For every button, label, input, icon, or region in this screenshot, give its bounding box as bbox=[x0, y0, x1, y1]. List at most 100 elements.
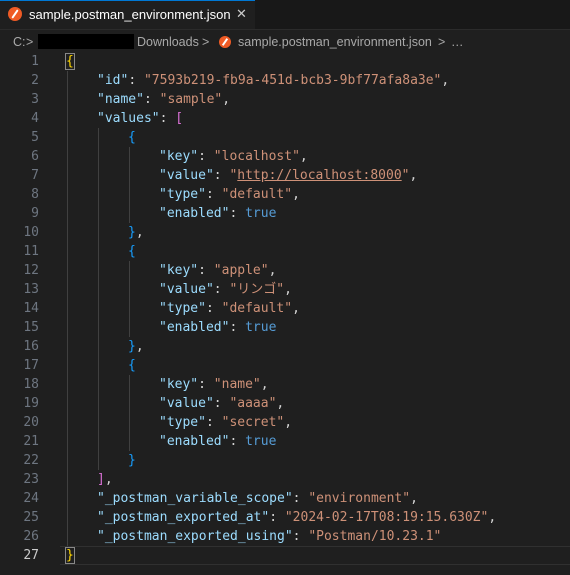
code-line[interactable]: 5{ bbox=[0, 128, 570, 147]
indent-guide bbox=[98, 280, 99, 299]
code-token: "value" bbox=[159, 396, 214, 411]
code-line[interactable]: 15 "enabled": true bbox=[0, 318, 570, 337]
code-token: , bbox=[292, 187, 300, 202]
code-line[interactable]: 7 "value": "http://localhost:8000", bbox=[0, 166, 570, 185]
code-line[interactable]: 24 "_postman_variable_scope": "environmen… bbox=[0, 489, 570, 508]
indent-guide bbox=[129, 166, 130, 185]
code-token: "apple" bbox=[213, 263, 269, 278]
code-token: { bbox=[128, 130, 136, 145]
indent-guide bbox=[98, 413, 99, 432]
indent-guide bbox=[98, 356, 99, 375]
code-token: "type" bbox=[159, 415, 206, 430]
indent-guide bbox=[67, 223, 68, 242]
code-token: "sample" bbox=[159, 92, 223, 107]
code-line[interactable]: 1{ bbox=[0, 52, 570, 71]
indent-guide bbox=[67, 109, 68, 128]
line-number: 26 bbox=[23, 529, 39, 544]
code-line[interactable]: 9 "enabled": true bbox=[0, 204, 570, 223]
code-line[interactable]: 23], bbox=[0, 470, 570, 489]
code-token: : bbox=[213, 396, 230, 411]
code-token: "values" bbox=[97, 111, 160, 126]
breadcrumb-file[interactable]: sample.postman_environment.json bbox=[238, 35, 432, 49]
indent-guide bbox=[98, 451, 99, 470]
breadcrumb-symbols[interactable]: … bbox=[451, 35, 464, 49]
code-text: "id": "7593b219-fb9a-451d-bcb3-9bf77afa8… bbox=[97, 71, 449, 90]
code-line[interactable]: 20 "type": "secret", bbox=[0, 413, 570, 432]
code-token: , bbox=[135, 225, 144, 240]
code-token: : bbox=[292, 491, 309, 506]
code-token: , bbox=[441, 73, 450, 88]
line-number: 6 bbox=[31, 149, 39, 164]
code-text: "_postman_variable_scope": "environment"… bbox=[97, 489, 418, 508]
indent-guide bbox=[129, 185, 130, 204]
code-line[interactable]: 2 "id": "7593b219-fb9a-451d-bcb3-9bf77afa… bbox=[0, 71, 570, 90]
indent-guide bbox=[67, 375, 68, 394]
code-token: : bbox=[229, 206, 246, 221]
code-token: , bbox=[268, 263, 277, 278]
code-line[interactable]: 10}, bbox=[0, 223, 570, 242]
code-text: "value": "http://localhost:8000", bbox=[159, 166, 417, 185]
indent-guide bbox=[98, 223, 99, 242]
indent-guide bbox=[67, 185, 68, 204]
code-link[interactable]: http://localhost:8000 bbox=[237, 168, 401, 183]
code-line[interactable]: 11 { bbox=[0, 242, 570, 261]
line-number: 9 bbox=[31, 206, 39, 221]
code-token: "type" bbox=[159, 301, 206, 316]
code-line[interactable]: 27} bbox=[0, 546, 570, 565]
current-line-highlight bbox=[60, 546, 570, 565]
code-token: "value" bbox=[159, 168, 214, 183]
code-line[interactable]: 4 "values": [ bbox=[0, 109, 570, 128]
code-line[interactable]: 22} bbox=[0, 451, 570, 470]
code-token: ] bbox=[97, 472, 105, 487]
line-number: 17 bbox=[23, 358, 39, 373]
indent-guide bbox=[67, 90, 68, 109]
postman-icon bbox=[219, 36, 231, 48]
code-line[interactable]: 13 "value": "リンゴ", bbox=[0, 280, 570, 299]
close-icon[interactable]: ✕ bbox=[236, 6, 247, 22]
code-line[interactable]: 8 "type": "default", bbox=[0, 185, 570, 204]
code-line[interactable]: 14 "type": "default", bbox=[0, 299, 570, 318]
code-token: true bbox=[245, 434, 277, 449]
code-token: } bbox=[65, 547, 75, 564]
code-token: "default" bbox=[221, 301, 293, 316]
code-token: , bbox=[284, 415, 293, 430]
chevron-right-icon: > bbox=[202, 35, 210, 49]
code-line[interactable]: 19 "value": "aaaa", bbox=[0, 394, 570, 413]
code-token: , bbox=[222, 92, 231, 107]
code-line[interactable]: 26 "_postman_exported_using": "Postman/10… bbox=[0, 527, 570, 546]
indent-guide bbox=[129, 147, 130, 166]
code-line[interactable]: 25 "_postman_exported_at": "2024-02-17T08… bbox=[0, 508, 570, 527]
breadcrumb-folder[interactable]: Downloads bbox=[137, 35, 199, 49]
code-text: "_postman_exported_using": "Postman/10.2… bbox=[97, 527, 441, 546]
code-token: "enabled" bbox=[159, 206, 230, 221]
code-line[interactable]: 17 { bbox=[0, 356, 570, 375]
chevron-right-icon: > bbox=[26, 35, 34, 49]
breadcrumb-drive[interactable]: C: bbox=[13, 35, 26, 49]
code-text: ], bbox=[97, 470, 113, 489]
code-line[interactable]: 3 "name": "sample", bbox=[0, 90, 570, 109]
indent-guide bbox=[129, 204, 130, 223]
editor-tab-active[interactable]: sample.postman_environment.json ✕ bbox=[0, 0, 255, 29]
line-number: 13 bbox=[23, 282, 39, 297]
line-number: 15 bbox=[23, 320, 39, 335]
indent-guide bbox=[98, 185, 99, 204]
code-token: { bbox=[128, 244, 136, 259]
code-editor[interactable]: 1{2 "id": "7593b219-fb9a-451d-bcb3-9bf77a… bbox=[0, 52, 570, 575]
line-number: 14 bbox=[23, 301, 39, 316]
code-token: "id" bbox=[97, 73, 129, 88]
indent-guide bbox=[98, 128, 99, 147]
code-line[interactable]: 21 "enabled": true bbox=[0, 432, 570, 451]
code-line[interactable]: 18 "key": "name", bbox=[0, 375, 570, 394]
code-line[interactable]: 6 "key": "localhost", bbox=[0, 147, 570, 166]
code-text: "values": [ bbox=[97, 109, 183, 128]
line-number: 11 bbox=[23, 244, 39, 259]
code-line[interactable]: 16}, bbox=[0, 337, 570, 356]
indent-guide bbox=[67, 508, 68, 527]
code-line[interactable]: 12 "key": "apple", bbox=[0, 261, 570, 280]
code-token: "environment" bbox=[308, 491, 411, 506]
line-number: 12 bbox=[23, 263, 39, 278]
line-number: 3 bbox=[31, 92, 39, 107]
code-text: { bbox=[128, 356, 136, 375]
code-token: "_postman_exported_using" bbox=[97, 529, 293, 544]
indent-guide bbox=[67, 318, 68, 337]
